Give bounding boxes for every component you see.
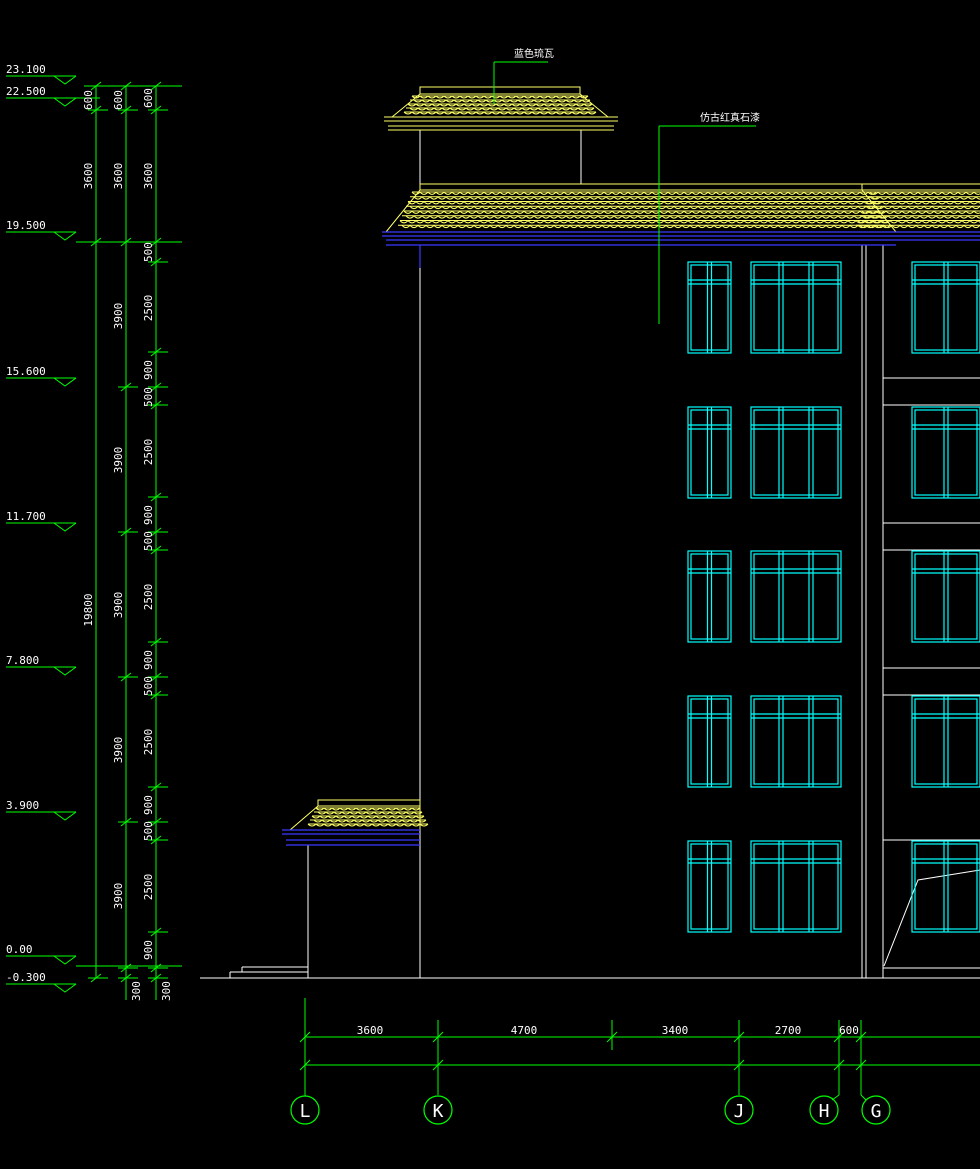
dim-inner-5: 500 (142, 387, 155, 407)
elevation-mark: 23.100 (6, 63, 77, 85)
roof-tiles-top (403, 95, 597, 115)
dim-mid-1: 3600 (112, 163, 125, 190)
window (911, 840, 980, 933)
dim-inner-6: 2500 (142, 439, 155, 466)
dim-mid-6: 3900 (112, 883, 125, 910)
axis-label-g: G (871, 1101, 882, 1122)
dim-inner-7: 900 (142, 505, 155, 525)
dim-inner-4: 900 (142, 360, 155, 380)
window (911, 406, 980, 499)
dim-h-2: 3400 (662, 1024, 689, 1037)
elevation-label: 22.500 (6, 85, 46, 98)
elevation-mark: 11.700 (6, 510, 77, 532)
window (750, 840, 842, 933)
elevation-label: 15.600 (6, 365, 46, 378)
dim-inner-14: 500 (142, 821, 155, 841)
dim-inner-9: 2500 (142, 584, 155, 611)
dim-inner-16: 900 (142, 940, 155, 960)
dim-inner-10: 900 (142, 650, 155, 670)
dim-mid-2: 3900 (112, 303, 125, 330)
elevation-mark: 3.900 (6, 799, 77, 821)
dim-outer-upper: 3600 (82, 163, 95, 190)
window (687, 406, 732, 499)
window (750, 406, 842, 499)
axis-label-l: L (300, 1101, 311, 1122)
window (687, 550, 732, 643)
dim-bottom-300-b: 300 (160, 981, 173, 1001)
window (687, 261, 732, 354)
elevation-mark: 15.600 (6, 365, 77, 387)
window (687, 840, 732, 933)
dim-inner-3: 2500 (142, 295, 155, 322)
horizontal-dimensions: 3600 4700 3400 2700 600 (299, 998, 980, 1095)
wall-finish-note: 仿古红真石漆 (700, 111, 760, 124)
dim-mid-0: 600 (112, 90, 125, 110)
window (750, 550, 842, 643)
elevation-label: 3.900 (6, 799, 39, 812)
dim-inner-2: 500 (142, 242, 155, 262)
window (687, 695, 732, 788)
elevation-label: 0.00 (6, 943, 33, 956)
roof-tiles-annex (307, 807, 429, 827)
window (911, 550, 980, 643)
dim-h-4: 600 (839, 1024, 859, 1037)
dim-h-1: 4700 (511, 1024, 538, 1037)
elevation-drawing: 23.100 22.500 19.500 15.600 11.700 7.800 3.900… (6, 47, 980, 1125)
elevation-label: 11.700 (6, 510, 46, 523)
windows (687, 261, 980, 933)
dim-h-0: 3600 (357, 1024, 384, 1037)
elevation-label: 19.500 (6, 219, 46, 232)
window (911, 261, 980, 354)
building (200, 86, 980, 979)
dim-inner-12: 2500 (142, 729, 155, 756)
dim-bottom-300-a: 300 (130, 981, 143, 1001)
dim-h-3: 2700 (775, 1024, 802, 1037)
dim-mid-3: 3900 (112, 447, 125, 474)
axis-label-h: H (819, 1101, 830, 1122)
dim-inner-0: 600 (142, 88, 155, 108)
axis-label-j: J (734, 1101, 745, 1122)
axis-bubbles: L K J H G (290, 1094, 891, 1125)
dim-inner-13: 900 (142, 795, 155, 815)
roof-tile-note: 蓝色琉瓦 (514, 47, 554, 60)
elevation-label: -0.300 (6, 971, 46, 984)
axis-label-k: K (433, 1101, 444, 1122)
window (750, 261, 842, 354)
elevation-mark: -0.300 (6, 971, 77, 993)
annotation-roof: 蓝色琉瓦 (493, 47, 554, 104)
dim-outer-top: 600 (82, 90, 95, 110)
dim-mid-4: 3900 (112, 592, 125, 619)
elevation-mark: 7.800 (6, 654, 77, 676)
dim-inner-1: 3600 (142, 163, 155, 190)
window (750, 695, 842, 788)
dim-inner-labels: 600 3600 500 2500 900 500 2500 900 500 2… (142, 88, 155, 960)
dim-inner-15: 2500 (142, 874, 155, 901)
dim-outer-total: 19800 (82, 593, 95, 626)
window (911, 695, 980, 788)
elevation-label: 23.100 (6, 63, 46, 76)
roof-tiles-main (398, 191, 980, 229)
dim-inner-8: 500 (142, 531, 155, 551)
dim-mid-5: 3900 (112, 737, 125, 764)
elevation-label: 7.800 (6, 654, 39, 667)
dim-inner-11: 500 (142, 676, 155, 696)
